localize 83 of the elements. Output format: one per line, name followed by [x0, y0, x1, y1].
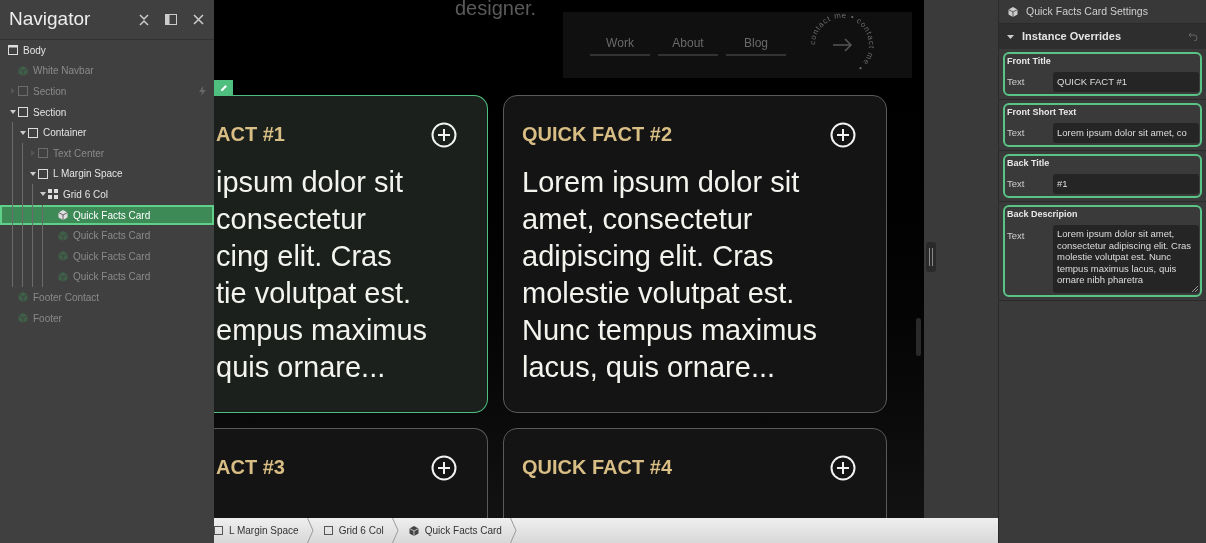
grid-icon: [48, 189, 58, 200]
tree-item[interactable]: Section: [0, 101, 214, 123]
box-icon: [38, 148, 48, 159]
tree-item[interactable]: Container: [0, 122, 214, 143]
field-label: Text: [1007, 177, 1026, 191]
box-icon: [28, 127, 38, 138]
breadcrumb-item[interactable]: Grid 6 Col: [313, 523, 392, 538]
override-label: Back Title: [1007, 157, 1051, 170]
hero-text: designer.: [455, 0, 537, 19]
caret-icon[interactable]: [10, 109, 16, 116]
card-title: QUICK FACT #4: [522, 455, 673, 480]
fact-card[interactable]: ACT #3: [214, 428, 488, 518]
field-label: Text: [1007, 126, 1026, 140]
card-text: amet, consectetur: [522, 202, 754, 237]
card-text: cing elit. Cras: [216, 239, 393, 274]
tree-item[interactable]: Quick Facts Card: [0, 204, 214, 226]
box-icon: [18, 86, 28, 97]
caret-icon[interactable]: [30, 170, 36, 177]
text-field[interactable]: Lorem ipsum dolor sit amet, co: [1053, 123, 1199, 143]
box-icon: [18, 107, 28, 118]
caret-icon[interactable]: [40, 191, 46, 198]
chevron-icon: [391, 518, 399, 543]
close-icon[interactable]: [193, 14, 204, 25]
card-text: adipiscing elit. Cras: [522, 239, 775, 274]
card-title: ACT #3: [216, 455, 285, 480]
nav-link[interactable]: Blog: [726, 34, 786, 56]
cube-icon: [408, 525, 419, 536]
resize-handle-icon[interactable]: [1192, 286, 1198, 292]
fact-card[interactable]: ACT #1 ipsum dolor sit consectetur cing elit. Cras tie volutpat est. empus maximus quis ornare...: [214, 95, 488, 413]
override-label: Front Short Text: [1007, 106, 1078, 119]
field-label: Text: [1007, 229, 1026, 243]
tree-item[interactable]: Grid 6 Col: [0, 184, 214, 205]
caret-icon[interactable]: [20, 129, 26, 136]
cube-icon: [18, 292, 28, 303]
card-text: tie volutpat est.: [216, 276, 413, 311]
panel-title: Navigator: [9, 7, 91, 32]
section-header[interactable]: Instance Overrides: [999, 24, 1206, 49]
undo-icon[interactable]: [1188, 32, 1198, 41]
page-icon: [8, 45, 18, 56]
plus-circle-icon[interactable]: [431, 122, 457, 148]
box-icon: [38, 168, 48, 179]
dock-icon[interactable]: [165, 14, 177, 25]
cube-icon: [18, 65, 28, 76]
cube-icon: [58, 210, 68, 221]
tree-item[interactable]: L Margin Space: [0, 163, 214, 185]
override-label: Back Descripion: [1007, 208, 1079, 221]
card-title: ACT #1: [216, 122, 285, 147]
chevron-icon: [306, 518, 314, 543]
card-text: consectetur: [216, 202, 367, 237]
text-area[interactable]: Lorem ipsum dolor sit amet, consectetur adipiscing elit. Cras molestie volutpat est. Nunc tempus maximus lacus, quis ornare nibh pharetra: [1053, 225, 1199, 293]
chevron-icon: [509, 518, 517, 543]
breadcrumb-item[interactable]: L Margin Space: [214, 523, 307, 538]
fact-card[interactable]: QUICK FACT #2 Lorem ipsum dolor sit amet, consectetur adipiscing elit. Cras molestie volutpat est. Nunc tempus maximus lacus, quis ornare...: [503, 95, 887, 413]
plus-circle-icon[interactable]: [830, 122, 856, 148]
card-text: lacus, quis ornare...: [522, 350, 777, 385]
tree-item[interactable]: Body: [0, 40, 214, 61]
cube-icon: [58, 230, 68, 241]
cube-icon: [58, 271, 68, 282]
cube-icon: [18, 313, 28, 323]
card-text: ipsum dolor sit: [216, 165, 404, 200]
plus-circle-icon[interactable]: [431, 455, 457, 481]
collapse-icon[interactable]: [139, 13, 149, 26]
card-text: empus maximus: [216, 313, 429, 348]
panel-title: Quick Facts Card Settings: [1026, 3, 1148, 19]
cube-icon: [1008, 6, 1018, 17]
fact-card[interactable]: QUICK FACT #4: [503, 428, 887, 518]
card-text: Lorem ipsum dolor sit: [522, 165, 801, 200]
cube-icon: [58, 251, 68, 262]
nav-link[interactable]: Work: [590, 34, 650, 56]
field-label: Text: [1007, 75, 1026, 89]
box-icon: [323, 526, 333, 535]
box-icon: [214, 526, 223, 535]
card-text: molestie volutpat est.: [522, 276, 796, 311]
breadcrumb-item[interactable]: Quick Facts Card: [398, 523, 510, 538]
override-label: Front Title: [1007, 55, 1052, 68]
caret-icon: [1007, 33, 1014, 40]
card-text: quis ornare...: [216, 350, 387, 385]
nav-link[interactable]: About: [658, 34, 718, 56]
card-title: QUICK FACT #2: [522, 122, 673, 147]
text-field[interactable]: #1: [1053, 174, 1199, 194]
text-field[interactable]: QUICK FACT #1: [1053, 72, 1199, 92]
plus-circle-icon[interactable]: [830, 455, 856, 481]
card-text: Nunc tempus maximus: [522, 313, 818, 348]
